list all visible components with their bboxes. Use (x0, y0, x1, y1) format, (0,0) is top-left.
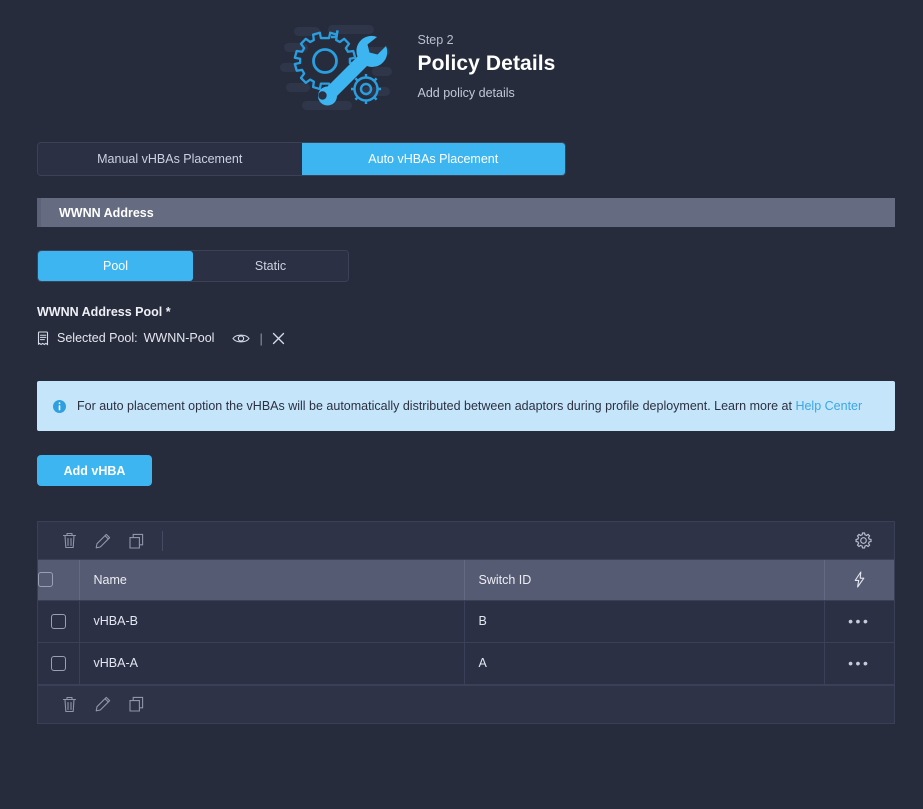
row-checkbox[interactable] (50, 613, 66, 629)
ellipsis-icon[interactable]: ••• (848, 613, 870, 629)
select-all-cell (38, 560, 80, 601)
cell-switch-id: A (464, 642, 825, 685)
step-label: Step 2 (417, 32, 454, 47)
vhba-table-container: Name Switch ID vHBA-B B ••• vHBA-A A ••• (37, 521, 895, 724)
pool-static-toggle-group: Pool Static (37, 250, 349, 282)
info-banner-message: For auto placement option the vHBAs will… (77, 398, 796, 413)
table-toolbar-bottom (38, 684, 894, 723)
vhba-table: Name Switch ID vHBA-B B ••• vHBA-A A ••• (38, 560, 894, 685)
tab-pool[interactable]: Pool (38, 251, 193, 281)
table-row[interactable]: vHBA-B B ••• (38, 600, 894, 643)
info-banner-text: For auto placement option the vHBAs will… (77, 398, 862, 415)
trash-icon[interactable] (52, 528, 86, 554)
trash-icon[interactable] (52, 691, 86, 717)
close-x-icon[interactable] (272, 332, 285, 345)
wwnn-address-pool-label: WWNN Address Pool * (37, 305, 171, 319)
pencil-icon[interactable] (86, 691, 120, 717)
table-header-row: Name Switch ID (38, 560, 895, 601)
tab-auto-vhbas-placement[interactable]: Auto vHBAs Placement (301, 143, 565, 175)
row-actions-cell: ••• (824, 642, 894, 685)
tab-manual-vhbas-placement[interactable]: Manual vHBAs Placement (38, 143, 302, 175)
column-header-switch-id[interactable]: Switch ID (464, 560, 825, 601)
add-vhba-button[interactable]: Add vHBA (37, 455, 152, 486)
row-checkbox[interactable] (50, 655, 66, 671)
section-title: WWNN Address (59, 205, 154, 220)
gear-wrench-icon (276, 17, 396, 115)
policy-details-page: Step 2 Policy Details Add policy details… (0, 0, 923, 809)
cell-name: vHBA-B (79, 600, 465, 643)
placement-toggle-group: Manual vHBAs Placement Auto vHBAs Placem… (37, 142, 566, 176)
selected-pool-value: WWNN-Pool (143, 331, 215, 345)
selected-pool-prefix: Selected Pool: (57, 331, 138, 345)
selected-pool-row: Selected Pool: WWNN-Pool | (37, 329, 285, 347)
section-header-wwnn-address: WWNN Address (37, 198, 895, 227)
eye-icon[interactable] (232, 332, 251, 345)
column-header-actions (824, 560, 895, 601)
document-list-icon (37, 330, 50, 346)
ellipsis-icon[interactable]: ••• (848, 655, 870, 671)
cell-switch-id: B (464, 600, 825, 643)
table-row[interactable]: vHBA-A A ••• (38, 642, 894, 685)
info-circle-icon (53, 399, 66, 413)
row-actions-cell: ••• (824, 600, 894, 643)
tab-static[interactable]: Static (193, 251, 348, 281)
row-select-cell (38, 600, 80, 643)
gear-icon[interactable] (846, 528, 880, 554)
column-header-name[interactable]: Name (79, 560, 465, 601)
page-subtitle: Add policy details (417, 85, 515, 100)
header-text-block: Step 2 Policy Details Add policy details (418, 31, 648, 102)
toolbar-divider (162, 530, 163, 551)
cell-name: vHBA-A (79, 642, 465, 685)
lightning-bolt-icon[interactable] (825, 571, 895, 588)
row-select-cell (38, 642, 80, 685)
help-center-link[interactable]: Help Center (795, 399, 862, 413)
page-title: Policy Details (417, 51, 556, 75)
table-head: Name Switch ID (38, 560, 895, 601)
select-all-checkbox[interactable] (38, 572, 53, 588)
table-body: vHBA-B B ••• vHBA-A A ••• (38, 600, 894, 685)
action-divider: | (259, 330, 263, 346)
copy-icon[interactable] (120, 528, 154, 554)
copy-icon[interactable] (120, 691, 154, 717)
pencil-icon[interactable] (86, 528, 120, 554)
table-toolbar-top (38, 522, 894, 560)
page-header: Step 2 Policy Details Add policy details (0, 0, 923, 118)
info-banner: For auto placement option the vHBAs will… (37, 381, 895, 431)
